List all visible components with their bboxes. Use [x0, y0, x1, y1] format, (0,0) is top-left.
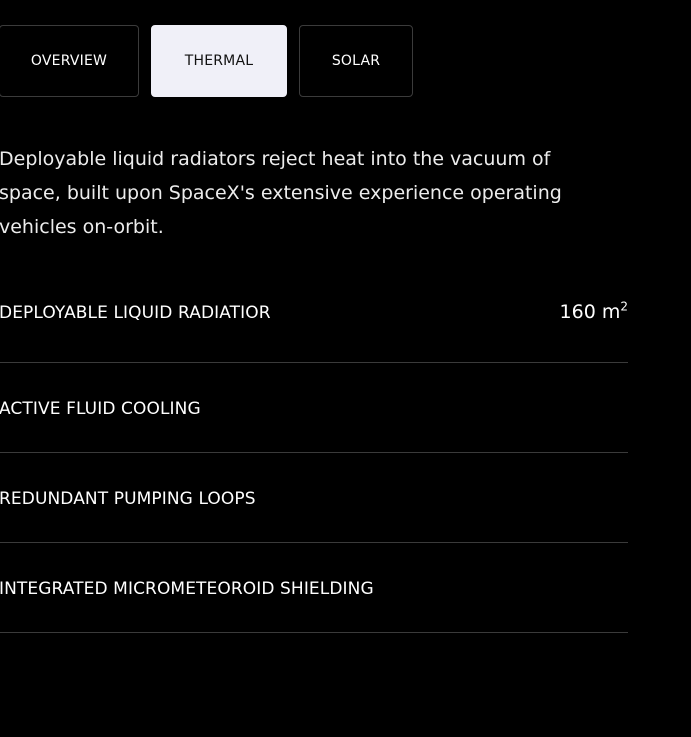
- spec-label: ACTIVE FLUID COOLING: [0, 399, 201, 419]
- tab-thermal[interactable]: THERMAL: [151, 25, 287, 97]
- spec-row-micrometeoroid-shielding: INTEGRATED MICROMETEOROID SHIELDING: [0, 543, 628, 633]
- tab-overview[interactable]: OVERVIEW: [0, 25, 139, 97]
- spec-value-exponent: 2: [620, 299, 628, 314]
- spec-row-active-cooling: ACTIVE FLUID COOLING: [0, 363, 628, 453]
- spec-value: 160 m2: [560, 301, 628, 323]
- spec-label: DEPLOYABLE LIQUID RADIATIOR: [0, 303, 271, 323]
- spec-row-radiator: DEPLOYABLE LIQUID RADIATIOR 160 m2: [0, 268, 628, 363]
- spec-value-number: 160 m: [559, 301, 621, 323]
- spec-list: DEPLOYABLE LIQUID RADIATIOR 160 m2 ACTIV…: [0, 268, 628, 633]
- tab-solar[interactable]: SOLAR: [299, 25, 413, 97]
- spec-label: INTEGRATED MICROMETEOROID SHIELDING: [0, 579, 374, 599]
- spec-row-pumping-loops: REDUNDANT PUMPING LOOPS: [0, 453, 628, 543]
- thermal-description: Deployable liquid radiators reject heat …: [0, 148, 562, 238]
- spec-label: REDUNDANT PUMPING LOOPS: [0, 489, 256, 509]
